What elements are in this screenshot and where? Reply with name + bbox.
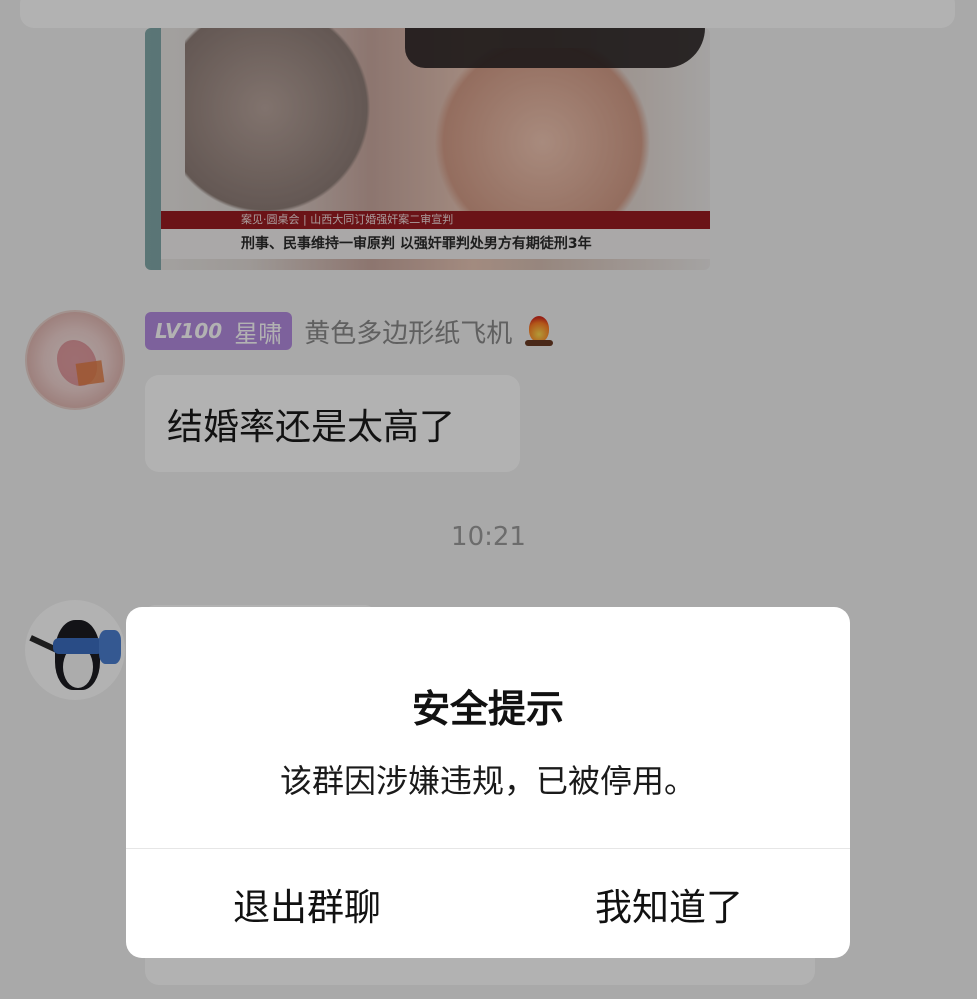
- acknowledge-button[interactable]: 我知道了: [488, 849, 850, 958]
- dialog-message: 该群因涉嫌违规，已被停用。: [279, 762, 696, 800]
- exit-group-button[interactable]: 退出群聊: [126, 849, 488, 958]
- security-alert-dialog: 安全提示 该群因涉嫌违规，已被停用。 退出群聊 我知道了: [126, 607, 850, 958]
- dialog-title: 安全提示: [411, 687, 564, 731]
